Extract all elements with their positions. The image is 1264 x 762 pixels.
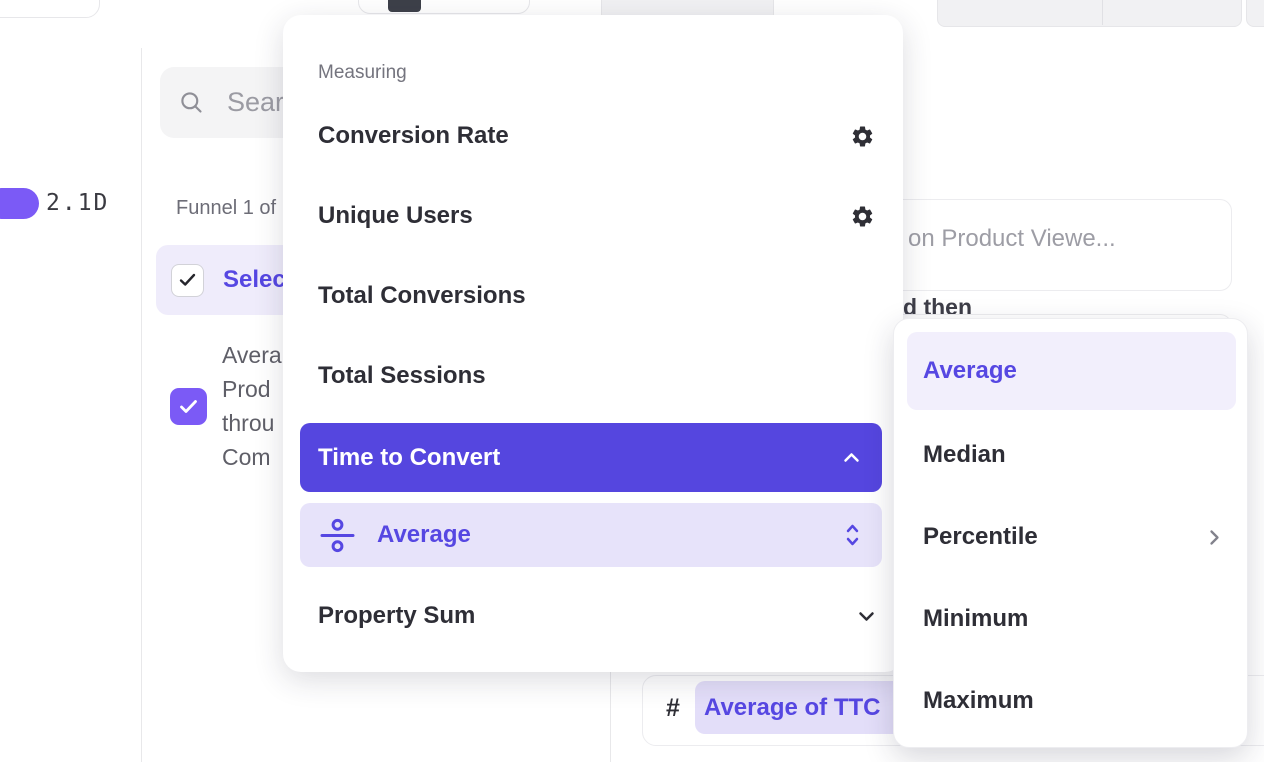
- chevron-up-icon: [843, 452, 860, 463]
- menu-item-ttc-average[interactable]: Average: [300, 503, 882, 567]
- event-card-label: on Product Viewe...: [908, 225, 1116, 253]
- segmented-divider: [1102, 0, 1103, 25]
- chevron-down-icon: [858, 611, 875, 622]
- agg-item-minimum[interactable]: Minimum: [907, 595, 1236, 643]
- gear-icon[interactable]: [850, 124, 875, 149]
- metric-prefix: #: [666, 694, 680, 723]
- average-icon: [320, 518, 355, 553]
- menu-item-property-sum[interactable]: Property Sum: [283, 592, 903, 640]
- agg-item-maximum[interactable]: Maximum: [907, 677, 1236, 725]
- menu-item-time-to-convert[interactable]: Time to Convert: [300, 423, 882, 492]
- duration-badge: [0, 188, 39, 219]
- measuring-dropdown-panel: Measuring Conversion Rate Unique Users T…: [283, 15, 903, 672]
- chevron-right-icon: [1209, 529, 1220, 546]
- metric-selector-button[interactable]: Average of TTC: [695, 681, 911, 734]
- menu-item-unique-users[interactable]: Unique Users: [283, 192, 903, 240]
- mid-pane-divider: [610, 672, 611, 762]
- agg-item-average[interactable]: Average: [907, 332, 1236, 410]
- aggregation-dropdown-panel: Average Median Percentile Minimum Maximu…: [893, 318, 1248, 748]
- top-far-right-fragment: [1246, 0, 1264, 27]
- left-pane-divider: [141, 48, 142, 762]
- funnel-counter-label: Funnel 1 of: [176, 197, 276, 220]
- search-placeholder: Sear: [227, 87, 284, 118]
- menu-section-title: Measuring: [318, 62, 407, 84]
- gear-icon[interactable]: [850, 204, 875, 229]
- toolbar-logo-fragment: [388, 0, 421, 12]
- top-right-segmented-fragment: [937, 0, 1242, 27]
- search-icon: [178, 89, 205, 116]
- duration-badge-label: 2.1D: [46, 190, 109, 216]
- unfold-icon: [845, 523, 860, 547]
- funnel-step-checkbox[interactable]: [170, 388, 207, 425]
- top-toolbar-fragment: [358, 0, 530, 14]
- menu-item-conversion-rate[interactable]: Conversion Rate: [283, 112, 903, 160]
- menu-item-total-conversions[interactable]: Total Conversions: [283, 272, 903, 320]
- checkbox-checked[interactable]: [171, 264, 204, 297]
- funnel-step-description: Avera Prod throu Com: [222, 338, 284, 474]
- menu-item-total-sessions[interactable]: Total Sessions: [283, 352, 903, 400]
- top-left-card-fragment: [0, 0, 100, 18]
- app-canvas: Sear 2.1D Funnel 1 of Select Avera Prod …: [0, 0, 1264, 762]
- agg-item-median[interactable]: Median: [907, 431, 1236, 479]
- agg-item-percentile[interactable]: Percentile: [907, 513, 1236, 561]
- metric-selector-label: Average of TTC: [704, 694, 880, 722]
